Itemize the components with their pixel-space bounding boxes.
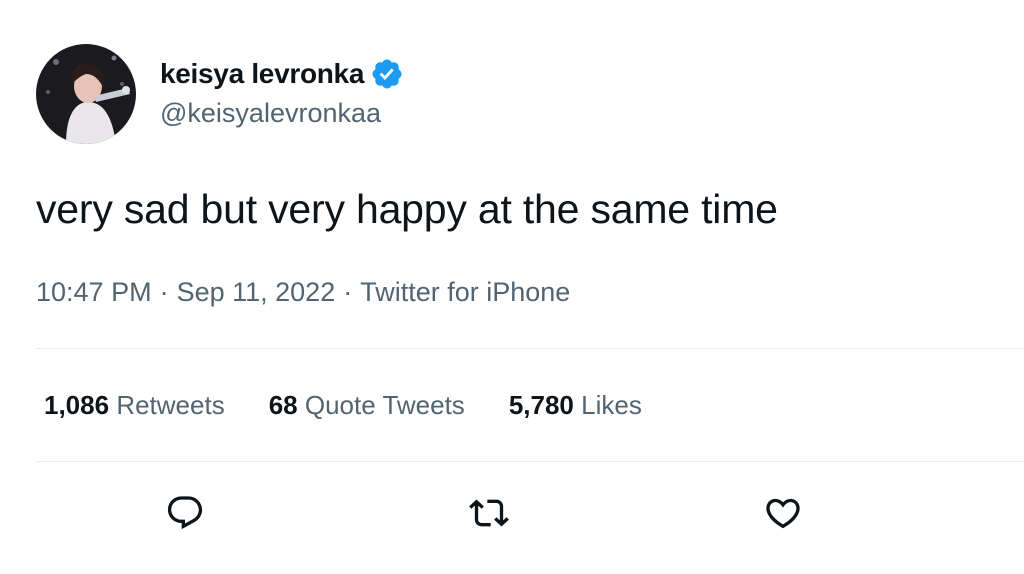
tweet-time[interactable]: 10:47 PM — [36, 277, 152, 307]
reply-icon — [167, 496, 203, 530]
divider — [36, 461, 1024, 462]
reply-button[interactable] — [164, 492, 206, 534]
meta-separator: · — [159, 277, 169, 307]
stat-likes[interactable]: 5,780 Likes — [509, 390, 642, 421]
stat-label: Retweets — [116, 390, 225, 420]
author-name-row: keisya levronka — [160, 56, 404, 92]
avatar[interactable] — [36, 44, 136, 144]
tweet-card: keisya levronka @keisyalevronkaa very sa… — [0, 0, 1024, 574]
like-icon — [766, 498, 800, 529]
tweet-date[interactable]: Sep 11, 2022 — [177, 277, 336, 307]
stat-count: 5,780 — [508, 390, 574, 420]
stat-quote-tweets[interactable]: 68 Quote Tweets — [269, 390, 465, 421]
retweet-button[interactable] — [468, 492, 510, 534]
tweet-source[interactable]: Twitter for iPhone — [360, 277, 570, 307]
like-button[interactable] — [762, 492, 804, 534]
stat-retweets[interactable]: 1,086 Retweets — [44, 390, 225, 421]
meta-separator: · — [343, 277, 353, 307]
stat-label: Likes — [581, 390, 642, 420]
avatar-image — [36, 44, 136, 144]
divider — [36, 348, 1024, 349]
stat-count: 1,086 — [44, 390, 110, 420]
verified-badge-icon — [370, 57, 404, 91]
display-name[interactable]: keisya levronka — [160, 58, 364, 90]
tweet-meta: 10:47 PM · Sep 11, 2022 · Twitter for iPhone — [36, 277, 570, 308]
stat-count: 68 — [268, 390, 298, 420]
stat-label: Quote Tweets — [304, 390, 465, 420]
tweet-text: very sad but very happy at the same time — [36, 186, 778, 232]
author-handle[interactable]: @keisyalevronkaa — [160, 98, 381, 129]
retweet-icon — [469, 499, 509, 527]
tweet-stats: 1,086 Retweets 68 Quote Tweets 5,780 Lik… — [44, 390, 686, 421]
